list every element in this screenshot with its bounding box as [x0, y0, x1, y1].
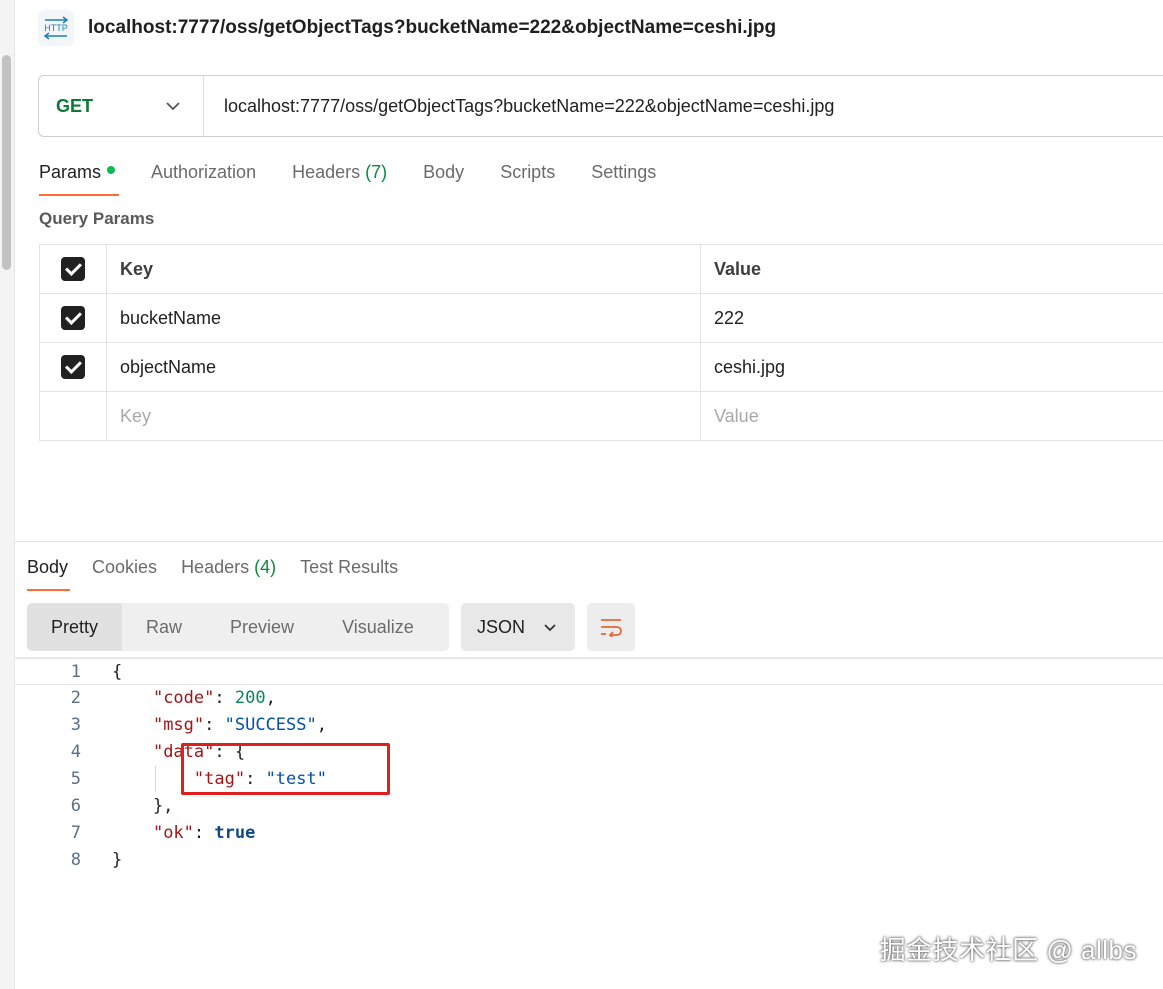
indent-guide: [155, 765, 156, 792]
tab-scripts[interactable]: Scripts: [500, 158, 555, 196]
method-select[interactable]: GET: [39, 76, 204, 136]
json-key: "ok": [152, 823, 194, 843]
tab-response-body-label: Body: [27, 557, 69, 577]
query-params-title: Query Params: [39, 209, 155, 228]
tab-response-headers-label: Headers: [181, 557, 250, 577]
tab-params[interactable]: Params: [39, 158, 120, 196]
tab-cookies-label: Cookies: [92, 557, 158, 577]
request-title-bar: HTTP localhost:7777/oss/getObjectTags?bu…: [38, 9, 776, 47]
wrap-lines-icon: [601, 619, 622, 637]
svg-text:HTTP: HTTP: [44, 23, 68, 33]
tab-authorization[interactable]: Authorization: [151, 158, 256, 196]
json-key: "code": [152, 688, 215, 708]
red-highlight-annotation: [181, 743, 390, 795]
line-number: 6: [70, 796, 81, 816]
format-label: JSON: [477, 616, 526, 637]
chevron-down-icon: [544, 623, 556, 631]
code-line: 1{: [15, 658, 1163, 685]
tab-params-label: Params: [39, 162, 102, 182]
request-tabs: Params Authorization Headers (7) Body Sc…: [39, 158, 692, 196]
row-checkbox-cell: [39, 293, 107, 343]
view-visualize-button[interactable]: Visualize: [318, 603, 438, 651]
tab-test-results[interactable]: Test Results: [300, 553, 398, 591]
tab-response-headers[interactable]: Headers (4): [181, 553, 276, 591]
request-title[interactable]: localhost:7777/oss/getObjectTags?bucketN…: [88, 17, 776, 39]
view-mode-group: Pretty Raw Preview Visualize: [27, 603, 449, 651]
param-key[interactable]: bucketName: [106, 293, 701, 343]
select-all-cell: [39, 244, 107, 294]
tab-cookies[interactable]: Cookies: [92, 553, 157, 591]
line-number: 3: [70, 715, 81, 735]
line-number: 8: [70, 850, 81, 870]
params-active-dot: [107, 166, 116, 175]
code-line: 8}: [15, 847, 1163, 874]
key-column-header: Key: [106, 244, 701, 294]
param-checkbox[interactable]: [61, 306, 85, 330]
watermark: 掘金技术社区 @ allbs: [879, 935, 1137, 965]
param-key[interactable]: objectName: [106, 342, 701, 392]
select-all-checkbox[interactable]: [61, 257, 85, 281]
table-row: bucketName 222: [39, 293, 1163, 343]
tab-headers-count: (7): [365, 162, 388, 182]
param-checkbox[interactable]: [61, 355, 85, 379]
url-input[interactable]: localhost:7777/oss/getObjectTags?bucketN…: [224, 96, 834, 117]
json-key: "msg": [152, 715, 205, 735]
table-row: objectName ceshi.jpg: [39, 342, 1163, 392]
query-params-table: Key Value bucketName 222 objectName cesh…: [39, 244, 1163, 441]
row-checkbox-cell: [39, 342, 107, 392]
tab-body[interactable]: Body: [423, 158, 464, 196]
wrap-lines-button[interactable]: [587, 603, 635, 651]
line-number: 5: [70, 769, 81, 789]
tab-response-body[interactable]: Body: [27, 553, 71, 591]
tab-test-results-label: Test Results: [300, 557, 399, 577]
tab-headers[interactable]: Headers (7): [292, 158, 387, 196]
pane-divider[interactable]: [15, 541, 1163, 542]
new-key-input[interactable]: Key: [106, 391, 701, 441]
tab-headers-label: Headers: [292, 162, 361, 182]
json-boolean: true: [214, 823, 256, 843]
method-label: GET: [56, 95, 94, 116]
view-raw-button[interactable]: Raw: [122, 603, 206, 651]
line-number: 1: [70, 662, 81, 682]
chevron-down-icon: [166, 102, 180, 111]
format-select[interactable]: JSON: [461, 603, 575, 651]
new-value-input[interactable]: Value: [700, 391, 1163, 441]
value-column-header: Value: [700, 244, 1163, 294]
code-line: 7 "ok": true: [15, 820, 1163, 847]
tab-body-label: Body: [423, 162, 465, 182]
code-line: 2 "code": 200,: [15, 685, 1163, 712]
url-bar: GET localhost:7777/oss/getObjectTags?buc…: [38, 75, 1163, 137]
http-icon: HTTP: [38, 10, 74, 46]
row-checkbox-cell: [39, 391, 107, 441]
tab-authorization-label: Authorization: [151, 162, 257, 182]
tab-settings[interactable]: Settings: [591, 158, 656, 196]
scrollbar-thumb[interactable]: [2, 55, 11, 270]
tab-scripts-label: Scripts: [500, 162, 556, 182]
line-number: 7: [70, 823, 81, 843]
json-string: "SUCCESS": [224, 715, 317, 735]
line-number: 4: [70, 742, 81, 762]
tab-settings-label: Settings: [591, 162, 657, 182]
tab-response-headers-count: (4): [254, 557, 277, 577]
code-line: 3 "msg": "SUCCESS",: [15, 712, 1163, 739]
param-value[interactable]: ceshi.jpg: [700, 342, 1163, 392]
json-number: 200: [234, 688, 266, 708]
response-tabs: Body Cookies Headers (4) Test Results: [27, 553, 422, 591]
left-scroll-track: [0, 0, 15, 989]
line-number: 2: [70, 688, 81, 708]
table-row-empty: Key Value: [39, 391, 1163, 441]
view-preview-button[interactable]: Preview: [206, 603, 318, 651]
param-value[interactable]: 222: [700, 293, 1163, 343]
code-line: 6 },: [15, 793, 1163, 820]
view-pretty-button[interactable]: Pretty: [27, 603, 123, 651]
table-header-row: Key Value: [39, 244, 1163, 294]
